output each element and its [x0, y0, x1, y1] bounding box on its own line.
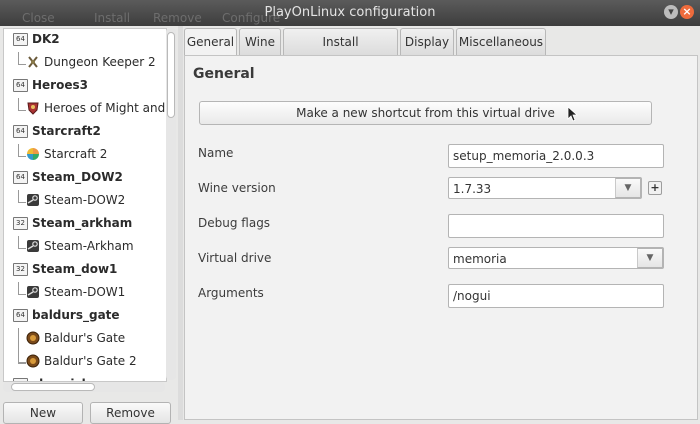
game-label: Steam-DOW2: [44, 193, 126, 207]
mouse-cursor-icon: [567, 106, 579, 122]
arch-badge: 64: [13, 33, 28, 46]
tab-install-components[interactable]: Install components: [283, 28, 398, 76]
name-label: Name: [198, 146, 234, 160]
tree-prefix-heroes3[interactable]: 64 Heroes3: [4, 75, 166, 97]
remove-prefix-button[interactable]: Remove: [90, 402, 171, 424]
tree-prefix-steam-arkham[interactable]: 32 Steam_arkham: [4, 213, 166, 235]
arguments-field[interactable]: [448, 284, 664, 308]
dungeon-keeper-icon: [28, 56, 38, 68]
tab-miscellaneous[interactable]: Miscellaneous: [456, 28, 546, 55]
tree-game-steam-arkham[interactable]: Steam-Arkham: [4, 236, 166, 258]
prefix-label: Heroes3: [32, 78, 88, 92]
arch-badge: 64: [13, 79, 28, 92]
baldurs-gate-icon: [26, 354, 40, 368]
game-label: Heroes of Might and M: [44, 101, 167, 115]
scrollbar-thumb[interactable]: [11, 383, 95, 391]
game-label: Dungeon Keeper 2: [44, 55, 156, 69]
tree-prefix-baldurs-gate[interactable]: 64 baldurs_gate: [4, 305, 166, 327]
prefix-label: Steam_DOW2: [32, 170, 123, 184]
game-label: Steam-Arkham: [44, 239, 134, 253]
wine-version-dropdown-button[interactable]: ▼: [615, 178, 641, 198]
tree-game-steam-dow2[interactable]: Steam-DOW2: [4, 190, 166, 212]
tree-prefix-dk2[interactable]: 64 DK2: [4, 29, 166, 51]
steam-icon: [27, 194, 39, 206]
general-tab-panel: General Make a new shortcut from this vi…: [184, 55, 698, 420]
starcraft-icon: [27, 148, 39, 160]
arch-badge: 32: [13, 217, 28, 230]
arch-badge: 32: [13, 263, 28, 276]
window-title: PlayOnLinux configuration: [264, 5, 436, 20]
tab-wine[interactable]: Wine: [239, 28, 281, 55]
tree-game-starcraft[interactable]: Starcraft 2: [4, 144, 166, 166]
prefix-label: Starcraft2: [32, 124, 101, 138]
virtual-drive-label: Virtual drive: [198, 251, 272, 265]
wine-version-label: Wine version: [198, 181, 276, 195]
tree-connector: [18, 351, 26, 364]
prefix-label: Steam_dow1: [32, 262, 118, 276]
prefix-label: Steam_arkham: [32, 216, 133, 230]
baldurs-gate-icon: [26, 331, 40, 345]
steam-icon: [27, 240, 39, 252]
steam-icon: [27, 286, 39, 298]
game-label: Baldur's Gate 2: [44, 354, 137, 368]
tree-connector: [18, 144, 26, 157]
new-prefix-button[interactable]: New: [3, 402, 83, 424]
title-bar: Close Install Remove Configure PlayOnLin…: [0, 0, 700, 26]
game-label: Starcraft 2: [44, 147, 108, 161]
minimize-button[interactable]: ▾: [664, 5, 678, 19]
game-label: Steam-DOW1: [44, 285, 126, 299]
arch-badge: 64: [13, 171, 28, 184]
wine-version-value: 1.7.33: [453, 182, 492, 196]
arguments-label: Arguments: [198, 286, 264, 300]
wine-version-select[interactable]: 1.7.33: [448, 177, 642, 199]
pane-divider[interactable]: [178, 26, 183, 420]
prefix-label: baldurs_gate: [32, 308, 120, 322]
make-shortcut-button[interactable]: Make a new shortcut from this virtual dr…: [199, 101, 652, 125]
tree-game-steam-dow1[interactable]: Steam-DOW1: [4, 282, 166, 304]
arch-badge: 64: [13, 125, 28, 138]
tree-connector: [18, 98, 26, 111]
add-wine-version-button[interactable]: +: [648, 181, 662, 195]
tree-connector: [18, 190, 26, 203]
tree-game-heroes[interactable]: Heroes of Might and M: [4, 98, 166, 120]
tree-horizontal-scrollbar[interactable]: [3, 382, 165, 392]
virtual-drive-value: memoria: [453, 252, 507, 266]
prefix-label: DK2: [32, 32, 60, 46]
tab-display[interactable]: Display: [400, 28, 454, 55]
close-window-button[interactable]: ×: [680, 5, 694, 19]
debug-flags-field[interactable]: [448, 214, 664, 238]
tree-prefix-starcraft2[interactable]: 64 Starcraft2: [4, 121, 166, 143]
prefix-panel: 64 DK2 Dungeon Keeper 2 64 Heroes3 Heroe…: [0, 26, 178, 424]
tree-vertical-scrollbar[interactable]: [166, 28, 176, 380]
arch-badge: 64: [13, 309, 28, 322]
tab-general[interactable]: General: [184, 28, 237, 57]
scrollbar-thumb[interactable]: [167, 32, 175, 118]
tree-connector: [18, 52, 26, 65]
name-field[interactable]: [448, 144, 664, 168]
virtual-drive-dropdown-button[interactable]: ▼: [637, 248, 663, 268]
prefix-tree[interactable]: 64 DK2 Dungeon Keeper 2 64 Heroes3 Heroe…: [3, 28, 167, 382]
tree-connector: [18, 282, 26, 295]
tree-game-baldurs-gate-2[interactable]: Baldur's Gate 2: [4, 351, 166, 373]
tree-prefix-steam-dow2[interactable]: 64 Steam_DOW2: [4, 167, 166, 189]
heroes-icon: [27, 102, 39, 115]
tree-prefix-steam-dow1[interactable]: 32 Steam_dow1: [4, 259, 166, 281]
game-label: Baldur's Gate: [44, 331, 126, 345]
tree-game-baldurs-gate[interactable]: Baldur's Gate: [4, 328, 166, 363]
tree-connector: [18, 236, 26, 249]
virtual-drive-select[interactable]: memoria: [448, 247, 664, 269]
tree-game-dungeon-keeper[interactable]: Dungeon Keeper 2: [4, 52, 166, 74]
section-title: General: [193, 66, 255, 82]
debug-flags-label: Debug flags: [198, 216, 271, 230]
tree-prefix-chronicles[interactable]: 64 chronicles: [4, 374, 166, 381]
